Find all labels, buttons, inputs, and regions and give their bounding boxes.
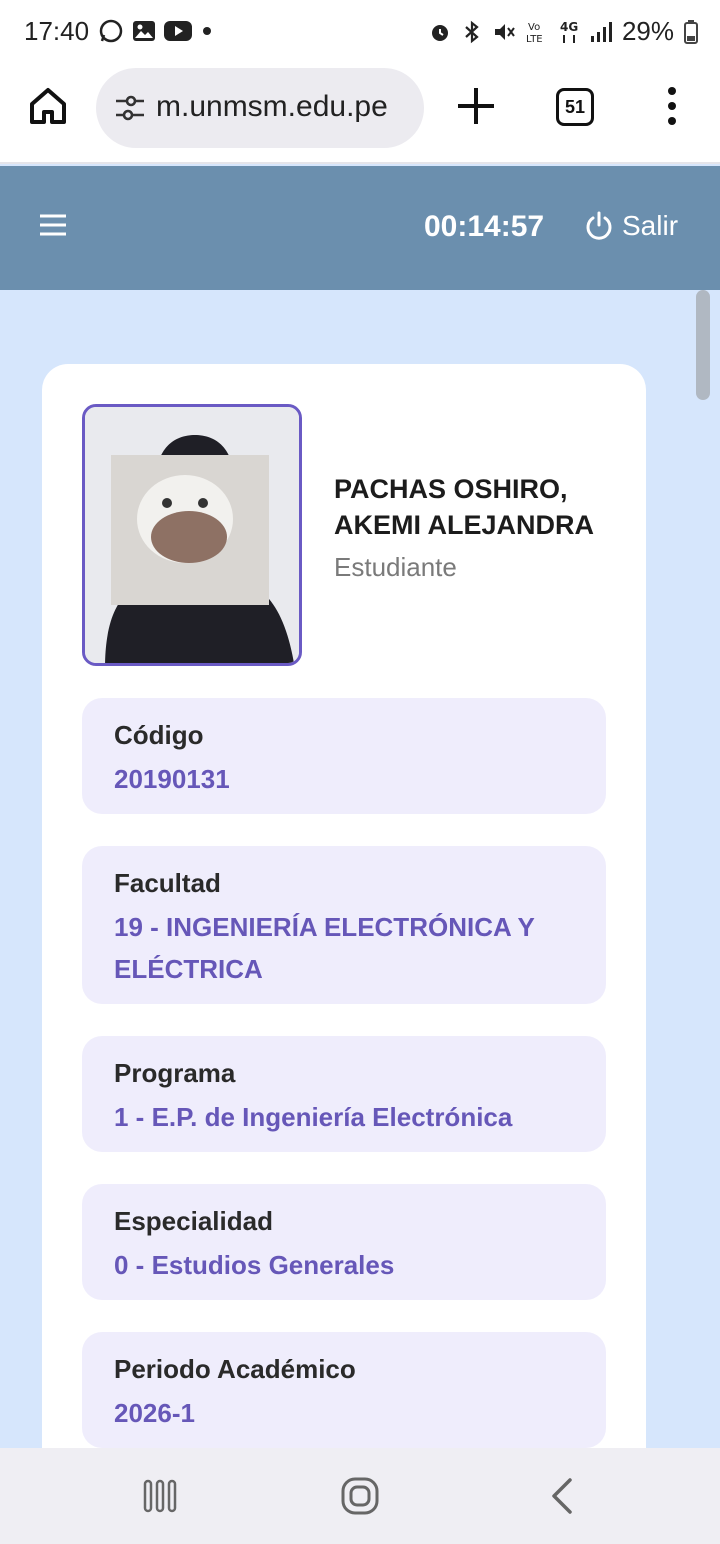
student-role: Estudiante (334, 552, 457, 582)
notification-icons (98, 18, 214, 44)
battery-icon (684, 19, 698, 44)
youtube-icon (164, 21, 192, 41)
status-time: 17:40 (24, 16, 90, 46)
field-value: 1 - E.P. de Ingeniería Electrónica (114, 1102, 513, 1132)
svg-text:Vo: Vo (528, 22, 540, 33)
field-codigo: Código 20190131 (82, 698, 606, 814)
field-label: Programa (114, 1058, 236, 1088)
student-photo (82, 404, 302, 666)
home-nav-icon[interactable] (340, 1476, 380, 1516)
whatsapp-icon (99, 19, 123, 43)
4g-icon: 4G (560, 20, 578, 43)
field-label: Código (114, 720, 204, 750)
student-name-line2: AKEMI ALEJANDRA (334, 510, 595, 540)
field-label: Especialidad (114, 1206, 273, 1236)
svg-text:4G: 4G (560, 20, 578, 34)
field-facultad: Facultad 19 - INGENIERÍA ELECTRÓNICA Y E… (82, 846, 606, 1004)
signal-icon (590, 21, 612, 42)
session-timer: 00:14:57 (424, 210, 545, 243)
back-icon[interactable] (544, 1476, 584, 1516)
menu-icon[interactable] (40, 214, 66, 236)
url-text: m.unmsm.edu.pe (156, 90, 388, 123)
volte-icon: VoLTE (526, 22, 543, 45)
gallery-icon (133, 21, 155, 41)
scrollbar[interactable] (696, 290, 710, 400)
battery-percent: 29% (621, 16, 674, 46)
app-header: 00:14:57 Salir (0, 166, 720, 290)
logout-button[interactable]: Salir (584, 210, 678, 242)
field-value: 2026-1 (114, 1398, 195, 1428)
mute-icon (494, 23, 515, 40)
svg-text:LTE: LTE (526, 34, 543, 45)
system-icons: Vo LTE 4G 29% (428, 16, 698, 47)
field-value: 0 - Estudios Generales (114, 1250, 395, 1280)
system-nav-bar (0, 1448, 720, 1544)
field-label: Periodo Académico (114, 1354, 356, 1384)
recent-apps-icon[interactable] (140, 1476, 180, 1516)
tab-switcher-button[interactable]: 51 (556, 88, 594, 126)
field-value: 20190131 (114, 764, 230, 794)
address-bar[interactable]: m.unmsm.edu.pe (96, 68, 424, 148)
bluetooth-icon (465, 20, 479, 43)
field-programa: Programa 1 - E.P. de Ingeniería Electrón… (82, 1036, 606, 1152)
field-label: Facultad (114, 868, 221, 898)
home-icon[interactable] (28, 86, 68, 126)
field-value: 19 - INGENIERÍA ELECTRÓNICA Y ELÉCTRICA (114, 912, 535, 984)
student-name-line1: PACHAS OSHIRO, (334, 474, 568, 504)
browser-toolbar: m.unmsm.edu.pe 51 (0, 64, 720, 164)
status-bar: 17:40 Vo LTE 4G 29% (0, 0, 720, 64)
alarm-icon (431, 24, 448, 41)
field-periodo: Periodo Académico 2026-1 (82, 1332, 606, 1448)
new-tab-icon[interactable] (454, 84, 498, 128)
logout-label: Salir (622, 210, 679, 241)
field-especialidad: Especialidad 0 - Estudios Generales (82, 1184, 606, 1300)
more-options-icon[interactable] (664, 86, 680, 126)
site-settings-icon[interactable] (114, 94, 146, 122)
student-card: PACHAS OSHIRO, AKEMI ALEJANDRA Estudiant… (42, 364, 646, 1484)
power-icon (586, 211, 612, 240)
dot-icon (203, 27, 211, 35)
